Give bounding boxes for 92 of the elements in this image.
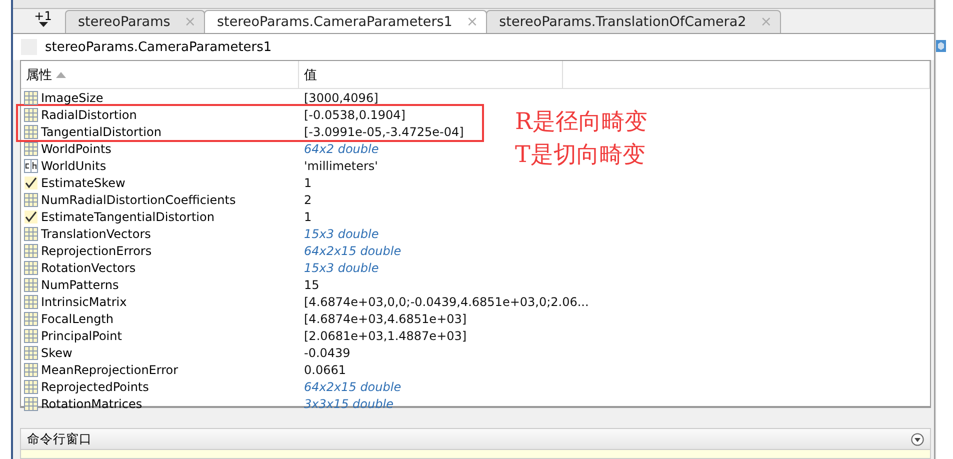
property-name: RotationVectors <box>41 260 136 274</box>
table-row[interactable]: ReprojectedPoints 64x2x15 double <box>21 378 402 395</box>
table-row[interactable]: MeanReprojectionError 0.0661 <box>21 361 346 378</box>
column-header[interactable]: 属性 <box>21 61 299 88</box>
property-value: 64x2 double <box>304 142 379 156</box>
tab-overflow-button[interactable]: +1 <box>21 11 65 33</box>
grid-icon <box>24 142 38 156</box>
property-name: TranslationVectors <box>41 226 151 240</box>
property-value: [3000,4096] <box>304 90 378 104</box>
property-value: 'millimeters' <box>304 158 378 172</box>
grid-icon <box>24 278 38 292</box>
grid-icon <box>24 108 38 122</box>
property-name: EstimateSkew <box>41 176 126 190</box>
property-value: [4.6874e+03,4.6851e+03] <box>304 312 467 326</box>
grid-icon <box>24 244 38 258</box>
property-value: 1 <box>304 176 312 190</box>
grid-icon <box>24 192 38 206</box>
property-value: [4.6874e+03,0,0;-0.0439,4.6851e+03,0;2.06... <box>304 294 589 308</box>
tab[interactable]: stereoParams.TranslationOfCamera2 × <box>486 10 781 33</box>
table-row[interactable]: FocalLength [4.6874e+03,4.6851e+03] <box>21 310 467 327</box>
property-value: 64x2x15 double <box>304 380 402 394</box>
property-name: TangentialDistortion <box>41 124 162 138</box>
grid-icon <box>24 294 38 308</box>
tab-label: stereoParams.CameraParameters1 <box>217 14 452 30</box>
property-value: -0.0439 <box>304 346 350 360</box>
grid-icon <box>24 362 38 376</box>
grid-icon <box>24 380 38 394</box>
table-row[interactable]: NumPatterns 15 <box>21 276 320 293</box>
annotation-text: T是切向畸变 <box>515 141 646 170</box>
property-name: ImageSize <box>41 90 104 104</box>
grid-icon <box>24 260 38 274</box>
grid-icon <box>24 346 38 360</box>
property-value: 15x3 double <box>304 226 379 240</box>
tab[interactable]: stereoParams × <box>65 10 205 33</box>
table-row[interactable]: TranslationVectors 15x3 double <box>21 225 379 242</box>
property-name: FocalLength <box>41 312 114 326</box>
property-value: 3x3x15 double <box>304 396 394 410</box>
grid-icon <box>24 90 38 104</box>
property-value: 15 <box>304 278 320 292</box>
table-row[interactable]: EstimateTangentialDistortion 1 <box>21 208 312 225</box>
grid-icon <box>24 226 38 240</box>
property-name: WorldUnits <box>41 158 106 172</box>
table-row[interactable]: IntrinsicMatrix [4.6874e+03,0,0;-0.0439,4.6851e+03,0;2.06... <box>21 293 589 310</box>
table-row[interactable]: PrincipalPoint [2.0681e+03,1.4887e+03] <box>21 327 467 344</box>
table-row[interactable]: ImageSize [3000,4096] <box>21 89 378 106</box>
table-row[interactable]: Skew -0.0439 <box>21 344 350 361</box>
checkmark-icon <box>24 176 38 190</box>
property-value: [-3.0991e-05,-3.4725e-04] <box>304 124 464 138</box>
property-name: IntrinsicMatrix <box>41 294 127 308</box>
property-value: [-0.0538,0.1904] <box>304 108 406 122</box>
property-name: Skew <box>41 346 72 360</box>
tab-label: stereoParams.TranslationOfCamera2 <box>499 14 746 30</box>
property-value: 15x3 double <box>304 260 379 274</box>
property-value: 64x2x15 double <box>304 244 402 258</box>
property-name: EstimateTangentialDistortion <box>41 210 214 224</box>
table-row[interactable]: TangentialDistortion [-3.0991e-05,-3.4725e-04] <box>21 123 464 140</box>
property-value: 1 <box>304 210 312 224</box>
property-value: 0.0661 <box>304 362 346 376</box>
property-name: NumRadialDistortionCoefficients <box>41 192 236 206</box>
table-row[interactable]: EstimateSkew 1 <box>21 174 312 191</box>
property-name: PrincipalPoint <box>41 328 122 342</box>
table-row[interactable]: ReprojectionErrors 64x2x15 double <box>21 242 402 259</box>
grid-icon <box>24 396 38 410</box>
property-name: RotationMatrices <box>41 396 142 410</box>
property-name: WorldPoints <box>41 142 112 156</box>
table-row[interactable]: RotationMatrices 3x3x15 double <box>21 395 394 412</box>
grid-icon <box>24 328 38 342</box>
property-name: MeanReprojectionError <box>41 362 178 376</box>
annotation-text: R是径向畸变 <box>515 108 648 137</box>
table-row[interactable]: RotationVectors 15x3 double <box>21 259 379 276</box>
tab[interactable]: stereoParams.CameraParameters1 × <box>204 10 488 33</box>
table-row[interactable]: WorldPoints 64x2 double <box>21 140 379 157</box>
property-name: RadialDistortion <box>41 108 137 122</box>
dropdown-icon[interactable] <box>911 432 924 446</box>
panel-title: 命令行窗口 <box>27 430 92 448</box>
property-value: 2 <box>304 192 312 206</box>
caret-icon <box>38 22 48 27</box>
table-row[interactable]: NumRadialDistortionCoefficients 2 <box>21 191 312 208</box>
variable-path: stereoParams.CameraParameters1 <box>45 40 272 54</box>
column-header[interactable]: 值 <box>299 61 563 88</box>
char-icon <box>24 158 38 172</box>
checkmark-icon <box>24 210 38 224</box>
table-row[interactable]: RadialDistortion [-0.0538,0.1904] <box>21 106 406 123</box>
property-name: ReprojectedPoints <box>41 380 149 394</box>
property-value: [2.0681e+03,1.4887e+03] <box>304 328 467 342</box>
tab-label: stereoParams <box>78 14 170 30</box>
grid-icon <box>24 124 38 138</box>
table-row[interactable]: WorldUnits 'millimeters' <box>21 157 378 174</box>
grid-icon <box>24 312 38 326</box>
property-name: ReprojectionErrors <box>41 244 152 258</box>
property-name: NumPatterns <box>41 278 119 292</box>
cube-icon <box>936 40 946 52</box>
